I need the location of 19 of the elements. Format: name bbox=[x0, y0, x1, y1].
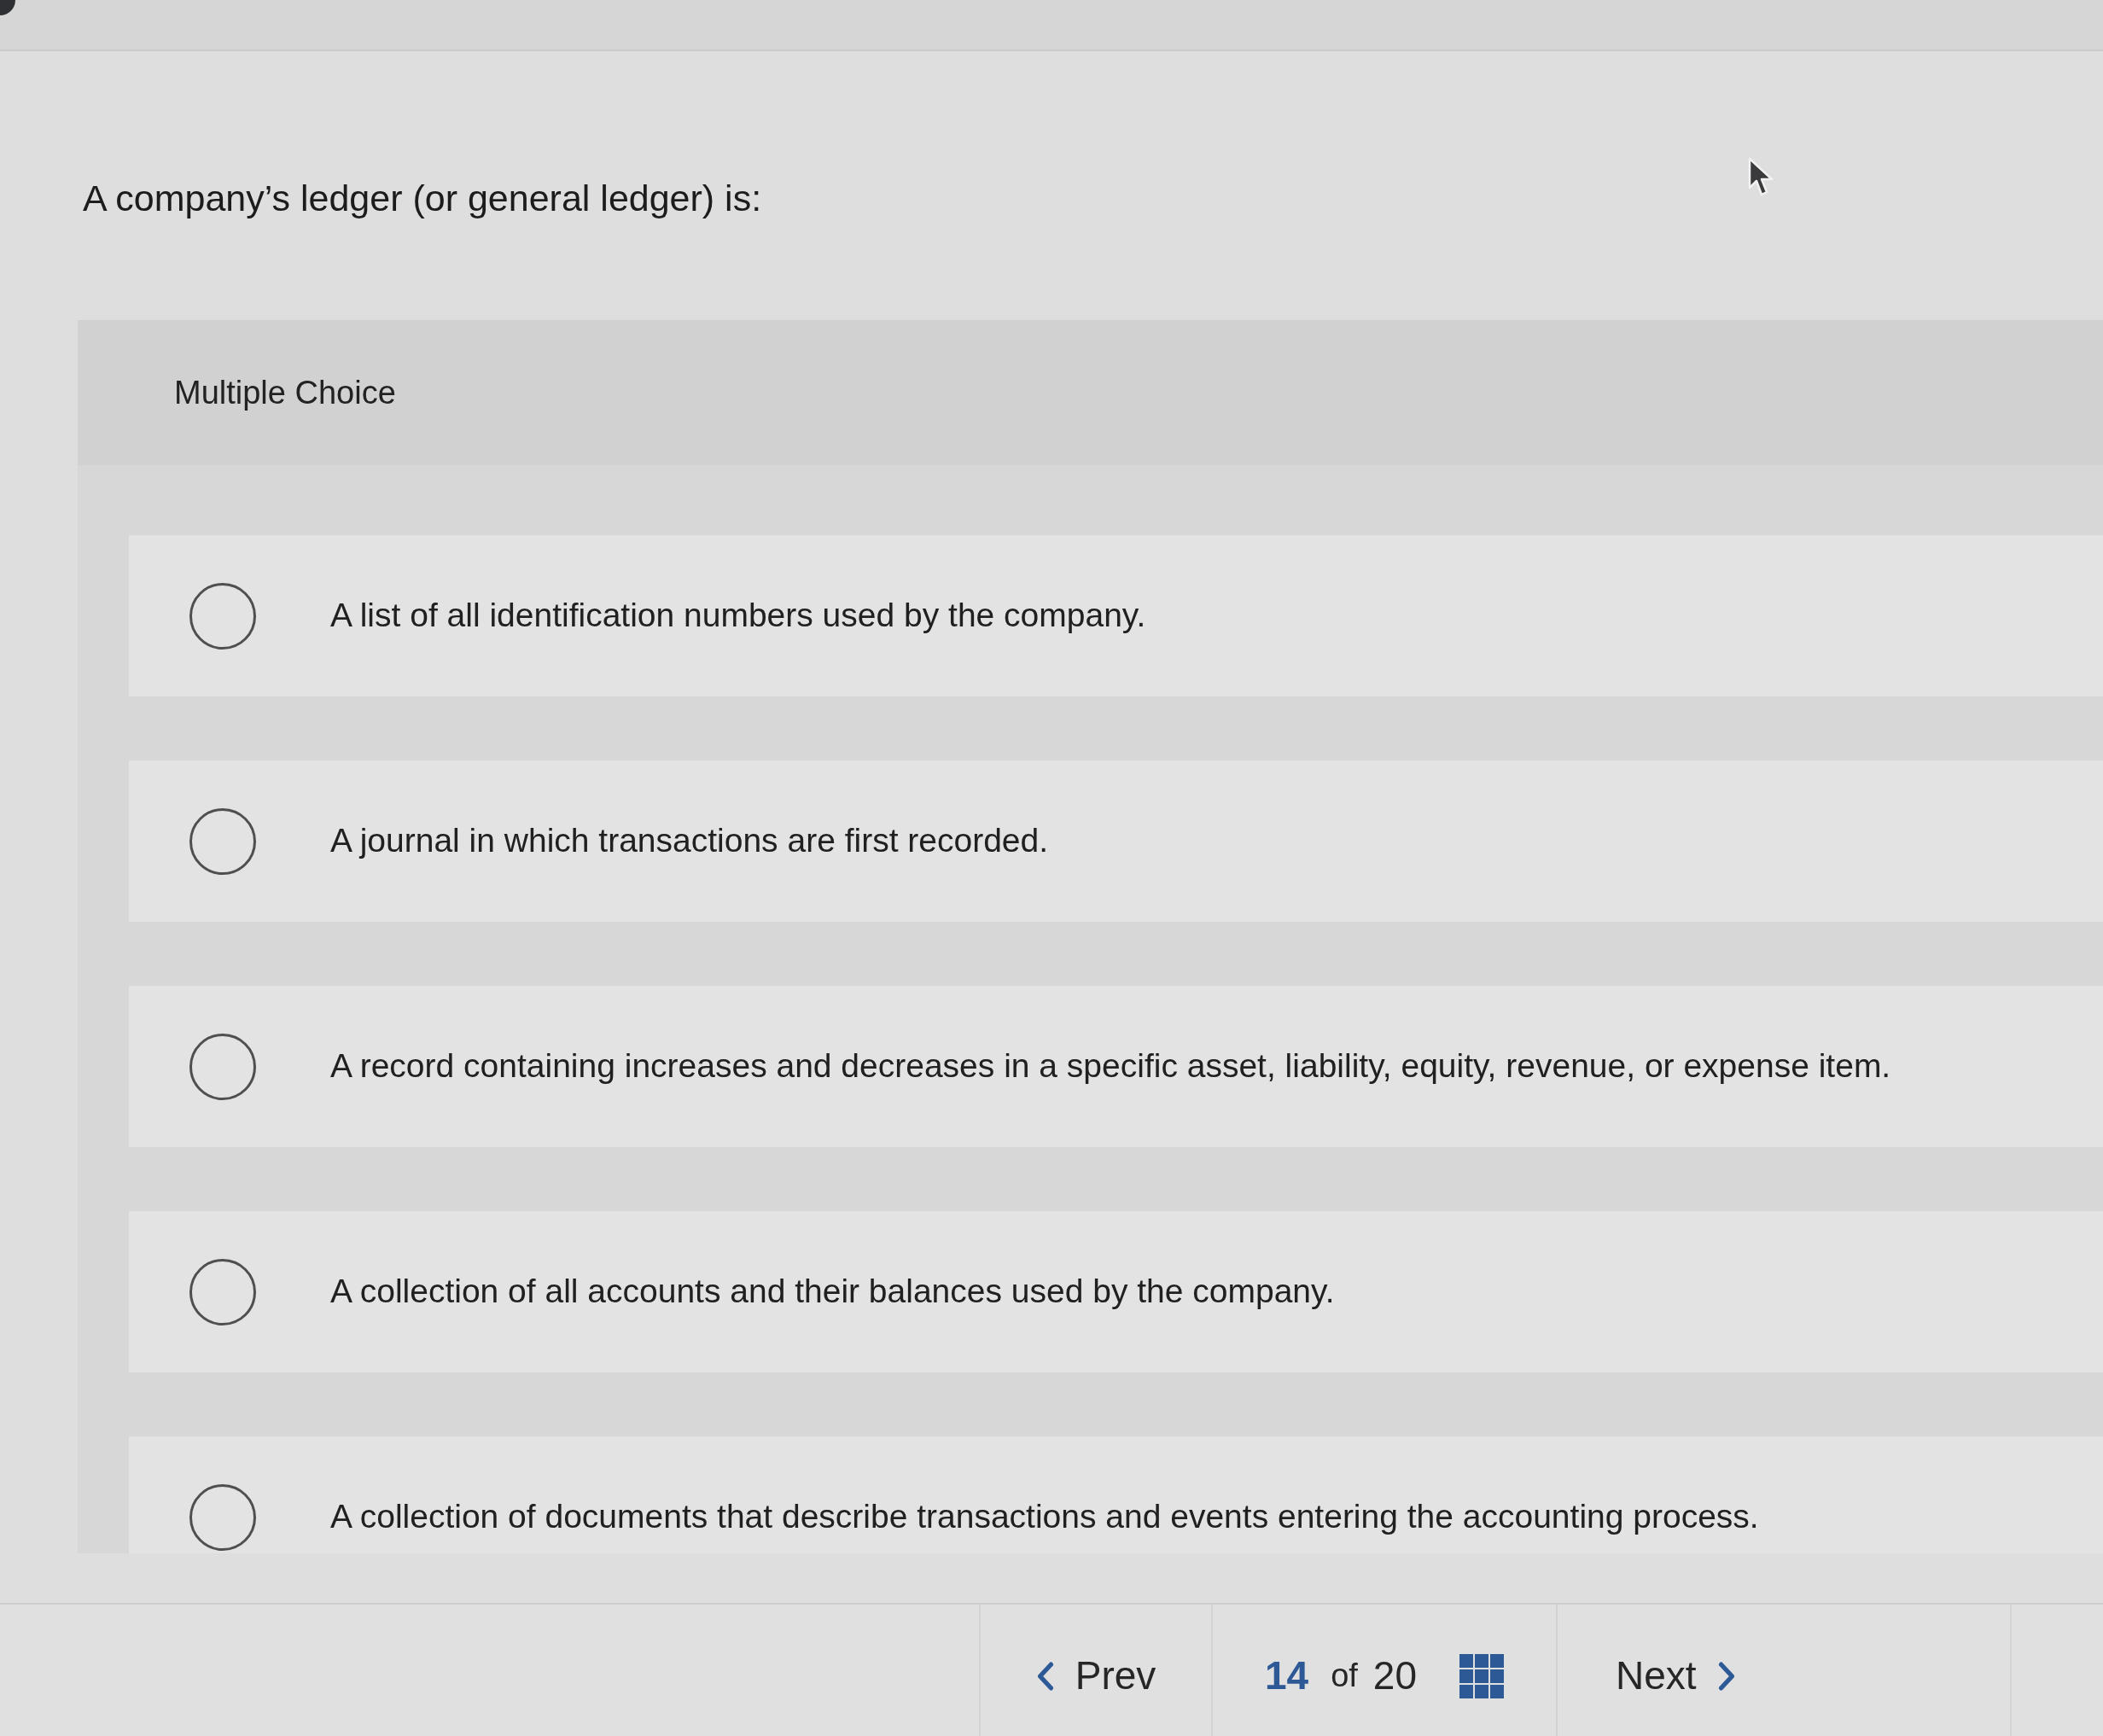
cursor-icon bbox=[1748, 157, 1774, 198]
grid-icon bbox=[1459, 1653, 1504, 1698]
chevron-left-icon bbox=[1035, 1661, 1055, 1691]
question-text: A company’s ledger (or general ledger) is: bbox=[83, 178, 762, 218]
radio-button[interactable] bbox=[189, 807, 256, 875]
question-navigator-button[interactable]: 14 of 20 bbox=[1259, 1605, 1509, 1736]
option-text: A collection of documents that describe transactions and events entering the accounting process. bbox=[330, 1497, 1759, 1537]
prev-button[interactable]: Prev bbox=[1030, 1605, 1162, 1736]
chevron-right-icon bbox=[1716, 1661, 1736, 1691]
option-text: A collection of all accounts and their balances used by the company. bbox=[330, 1272, 1335, 1312]
radio-button[interactable] bbox=[189, 1258, 256, 1325]
radio-button[interactable] bbox=[189, 582, 256, 650]
question-type-label: Multiple Choice bbox=[174, 373, 396, 412]
option-text: A journal in which transactions are first recorded. bbox=[330, 821, 1049, 861]
next-button[interactable]: Next bbox=[1611, 1605, 1741, 1736]
radio-button[interactable] bbox=[189, 1483, 256, 1551]
option-text: A list of all identification numbers used by the company. bbox=[330, 596, 1146, 636]
option-text: A record containing increases and decreases in a specific asset, liability, equity, revenue, or expense item. bbox=[330, 1046, 1891, 1086]
radio-button[interactable] bbox=[189, 1033, 256, 1100]
